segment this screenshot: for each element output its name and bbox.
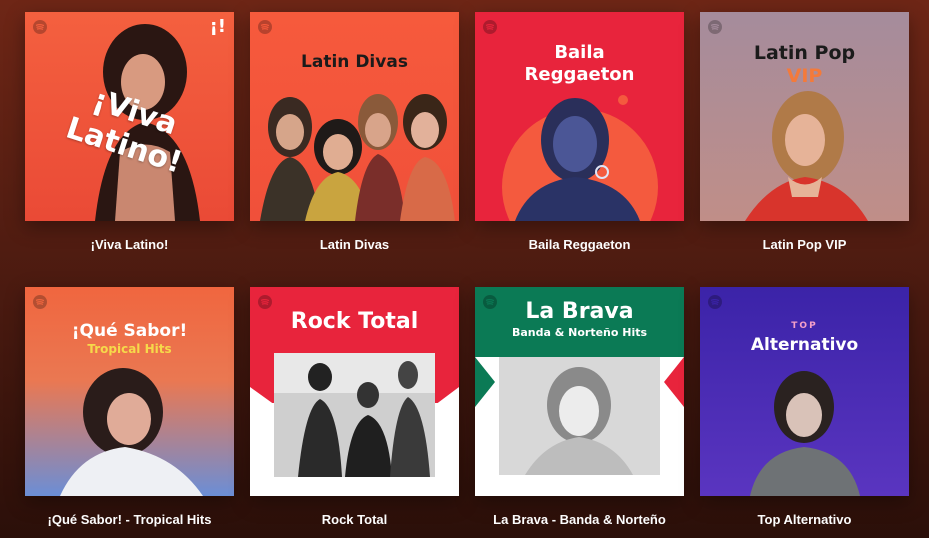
playlist-cover[interactable]: Latin Divas (250, 12, 459, 221)
cover-title-line-2: Alternativo (750, 335, 859, 355)
cover-title-line-1: La Brava (525, 299, 634, 324)
cover-title-line-2: Reggaeton (524, 64, 635, 85)
playlist-card-la-brava[interactable]: La Brava Banda & Norteño Hits La Brava -… (475, 287, 684, 528)
spotify-logo-icon (33, 295, 47, 309)
playlist-cover[interactable]: Latin Pop VIP (700, 12, 909, 221)
playlist-title[interactable]: Latin Pop VIP (700, 237, 909, 253)
cover-art (60, 368, 203, 496)
cover-title-line-1: ¡Qué Sabor! (71, 321, 188, 341)
playlist-title[interactable]: Top Alternativo (700, 512, 909, 528)
playlist-title[interactable]: ¡Viva Latino! (25, 237, 234, 253)
playlist-cover[interactable]: Baila Reggaeton (475, 12, 684, 221)
cover-title: Rock Total (290, 309, 419, 334)
playlist-title[interactable]: Latin Divas (250, 237, 459, 253)
playlist-grid: ¡! ¡Viva Latino! ¡Viva Latino! Latin Div… (25, 12, 909, 528)
cover-title-line-2: Tropical Hits (87, 342, 172, 356)
playlist-card-top-alternativo[interactable]: TOP Alternativo Top Alternativo (700, 287, 909, 528)
playlist-card-latin-divas[interactable]: Latin Divas Latin Divas (250, 12, 459, 253)
playlist-cover[interactable]: TOP Alternativo (700, 287, 909, 496)
cover-art (750, 371, 860, 496)
spotify-logo-icon (708, 20, 722, 34)
cover-title: Latin Divas (301, 52, 408, 72)
playlist-title[interactable]: ¡Qué Sabor! - Tropical Hits (25, 512, 234, 528)
playlist-title[interactable]: Rock Total (250, 512, 459, 528)
spotify-logo-icon (33, 20, 47, 34)
playlist-card-rock-total[interactable]: Rock Total Rock Total (250, 287, 459, 528)
playlist-title[interactable]: Baila Reggaeton (475, 237, 684, 253)
cover-title-line-1: Latin Pop (753, 42, 856, 64)
playlist-cover[interactable]: La Brava Banda & Norteño Hits (475, 287, 684, 496)
cover-title-line-2: Banda & Norteño Hits (511, 326, 648, 339)
playlist-cover[interactable]: ¡Qué Sabor! Tropical Hits (25, 287, 234, 496)
playlist-cover[interactable]: Rock Total (250, 287, 459, 496)
playlist-card-viva-latino[interactable]: ¡! ¡Viva Latino! ¡Viva Latino! (25, 12, 234, 253)
cover-badge: ¡! (209, 16, 226, 37)
cover-art (260, 94, 455, 221)
playlist-title[interactable]: La Brava - Banda & Norteño (475, 512, 684, 528)
spotify-logo-icon (258, 295, 272, 309)
spotify-logo-icon (258, 20, 272, 34)
playlist-card-baila-reggaeton[interactable]: Baila Reggaeton Baila Reggaeton (475, 12, 684, 253)
spotify-logo-icon (483, 20, 497, 34)
playlist-cover[interactable]: ¡! ¡Viva Latino! (25, 12, 234, 221)
cover-title-line-1: Baila (554, 42, 605, 63)
playlist-card-que-sabor[interactable]: ¡Qué Sabor! Tropical Hits ¡Qué Sabor! - … (25, 287, 234, 528)
playlist-card-latin-pop-vip[interactable]: Latin Pop VIP Latin Pop VIP (700, 12, 909, 253)
cover-title-line-2: VIP (786, 65, 823, 87)
cover-title-line-1: TOP (791, 321, 818, 331)
spotify-logo-icon (708, 295, 722, 309)
